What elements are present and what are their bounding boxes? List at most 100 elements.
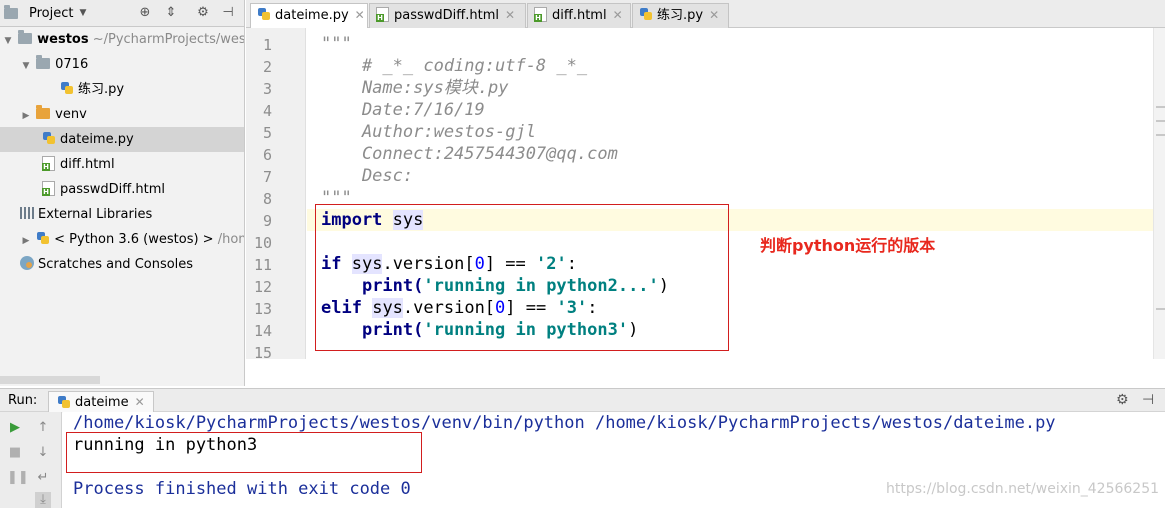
tree-item-label: 练习.py — [78, 82, 125, 97]
line-number: 11 — [253, 256, 272, 274]
code-line: Connect:2457544307@qq.com — [321, 144, 618, 164]
stop-icon[interactable]: ■ — [7, 445, 23, 461]
collapse-all-icon[interactable]: ⇕ — [163, 5, 179, 21]
scroll-to-end-icon[interactable]: ⤓ — [35, 492, 51, 508]
code-line: """ — [321, 34, 352, 54]
html-file-icon — [534, 7, 547, 22]
chevron-down-icon[interactable]: ▼ — [79, 8, 86, 18]
output-highlight-box — [66, 432, 422, 473]
code-line: Author:westos-gjl — [321, 122, 536, 142]
tree-item-label: passwdDiff.html — [60, 182, 165, 197]
chevron-down-icon[interactable]: ▼ — [2, 29, 14, 54]
rerun-icon[interactable]: ▶ — [7, 420, 23, 436]
line-number: 10 — [253, 234, 272, 252]
horizontal-scrollbar[interactable] — [0, 376, 100, 384]
arrow-down-icon[interactable]: ↓ — [35, 445, 51, 461]
gear-icon[interactable]: ⚙ — [1116, 392, 1129, 408]
tree-item-lianxi[interactable]: 练习.py — [0, 77, 244, 102]
line-number: 5 — [262, 124, 272, 142]
line-number: 12 — [253, 278, 272, 296]
scratches-icon — [20, 256, 34, 270]
run-tab-label: dateime — [75, 395, 129, 410]
folder-icon — [36, 55, 51, 69]
annotation-text: 判断python运行的版本 — [760, 236, 936, 255]
tree-item-label: Scratches and Consoles — [38, 257, 194, 272]
close-icon[interactable]: ✕ — [505, 8, 515, 22]
soft-wrap-icon[interactable]: ↵ — [35, 470, 51, 486]
scroll-marker — [1156, 106, 1165, 108]
tab-label: diff.html — [552, 8, 607, 23]
code-line: Name:sys模块.py — [321, 78, 509, 98]
line-number-gutter: 1 2 3 4 5 6 7 8 9 10 11 12 13 14 15 — [246, 28, 306, 362]
hide-panel-icon[interactable]: ⊣ — [1142, 392, 1154, 408]
chevron-down-icon[interactable]: ▼ — [20, 54, 32, 79]
chevron-right-icon[interactable]: ▶ — [20, 104, 32, 129]
locate-icon[interactable]: ⊕ — [137, 5, 153, 21]
tree-item-label: dateime.py — [60, 132, 134, 147]
tab-label: passwdDiff.html — [394, 8, 499, 23]
tree-item-external-libraries[interactable]: External Libraries — [0, 202, 244, 227]
tree-item-0716[interactable]: ▼ 0716 — [0, 52, 244, 79]
line-number: 1 — [262, 36, 272, 54]
line-number: 3 — [262, 80, 272, 98]
chevron-right-icon[interactable]: ▶ — [20, 229, 32, 254]
tree-item-dateime[interactable]: dateime.py — [0, 127, 244, 152]
tree-item-python-sdk[interactable]: ▶ < Python 3.6 (westos) > /home/kiosk — [0, 227, 244, 254]
watermark: https://blog.csdn.net/weixin_42566251 — [886, 481, 1160, 497]
scroll-marker — [1156, 308, 1165, 310]
line-number: 8 — [262, 190, 272, 208]
close-icon[interactable]: ✕ — [613, 8, 623, 22]
hide-panel-icon[interactable]: ⊣ — [220, 5, 236, 21]
line-number: 6 — [262, 146, 272, 164]
arrow-up-icon[interactable]: ↑ — [35, 420, 51, 436]
run-panel-header: Run: dateime ✕ ⚙ ⊣ — [0, 388, 1165, 413]
code-line: Desc: — [321, 166, 414, 186]
line-number: 7 — [262, 168, 272, 186]
html-file-icon — [42, 181, 55, 196]
scroll-marker — [1156, 134, 1165, 136]
tree-item-label: 0716 — [55, 57, 89, 72]
project-folder-icon — [4, 4, 18, 19]
tree-item-scratches[interactable]: Scratches and Consoles — [0, 252, 244, 277]
tab-passwddiff-html[interactable]: passwdDiff.html ✕ — [369, 3, 526, 28]
tree-item-label: venv — [55, 107, 87, 122]
console-exit-line: Process finished with exit code 0 — [73, 479, 411, 499]
code-line: # _*_ coding:utf-8 _*_ — [321, 56, 588, 76]
project-panel: Project ▼ ⊕ ⇕ ⚙ ⊣ ▼ westos ~/PycharmProj… — [0, 0, 245, 386]
line-number: 9 — [262, 212, 272, 230]
run-tab-dateime[interactable]: dateime ✕ — [48, 391, 154, 413]
tree-item-venv[interactable]: ▶ venv — [0, 102, 244, 129]
line-number: 14 — [253, 322, 272, 340]
close-icon[interactable]: ✕ — [355, 8, 365, 22]
pause-icon[interactable]: ❚❚ — [7, 470, 29, 486]
code-line: Date:7/16/19 — [321, 100, 485, 120]
tree-item-diff-html[interactable]: diff.html — [0, 152, 244, 177]
project-view-title[interactable]: Project — [29, 6, 73, 21]
close-icon[interactable]: ✕ — [135, 395, 145, 409]
tab-diff-html[interactable]: diff.html ✕ — [527, 3, 631, 28]
line-number: 15 — [253, 344, 272, 362]
library-icon — [20, 207, 34, 219]
run-toolbar: ▶ ↑ ■ ↓ ❚❚ ↵ ⤓ — [0, 412, 62, 508]
tab-lianxi-py[interactable]: 练习.py ✕ — [632, 3, 729, 28]
python-file-icon — [257, 7, 271, 21]
tree-item-label: diff.html — [60, 157, 115, 172]
tree-item-label: westos — [37, 32, 89, 47]
python-sdk-icon — [36, 231, 50, 245]
line-number: 2 — [262, 58, 272, 76]
python-file-icon — [60, 81, 74, 95]
scroll-marker — [1156, 120, 1165, 122]
tree-item-path: /home/kiosk — [217, 232, 244, 247]
tree-item-westos[interactable]: ▼ westos ~/PycharmProjects/westos — [0, 27, 245, 54]
close-icon[interactable]: ✕ — [709, 8, 719, 22]
gear-icon[interactable]: ⚙ — [195, 5, 211, 21]
run-label: Run: — [8, 393, 38, 408]
python-file-icon — [57, 395, 71, 409]
tree-item-passwddiff-html[interactable]: passwdDiff.html — [0, 177, 244, 202]
tab-dateime-py[interactable]: dateime.py ✕ — [250, 3, 368, 29]
editor-scrollbar[interactable] — [1153, 28, 1165, 359]
python-file-icon — [42, 131, 56, 145]
tree-item-path: ~/PycharmProjects/westos — [92, 32, 245, 47]
project-toolbar: Project ▼ ⊕ ⇕ ⚙ ⊣ — [0, 0, 244, 27]
editor-tab-bar: dateime.py✕ passwdDiff.html✕ diff.html✕ … — [246, 0, 1165, 29]
